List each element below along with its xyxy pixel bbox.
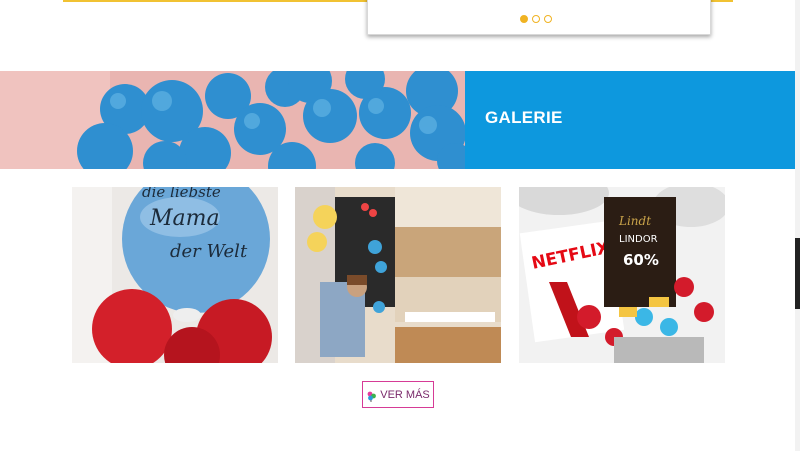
balloon-caption-line2: Mama [149,206,220,231]
balloon-caption-line3: der Welt [170,241,248,262]
carousel-dot-1[interactable] [520,15,528,23]
ver-mas-label: VER MÁS [380,388,430,401]
page-scrollbar[interactable] [795,0,800,451]
carousel-dot-3[interactable] [544,15,552,23]
gallery-title: GALERIE [485,108,563,127]
gallery-photo-netflix-gift[interactable]: NETFLIX Lindt LINDOR 60% [519,187,725,363]
gallery-banner: GALERIE [0,71,795,169]
lindt-text: Lindt [618,214,651,228]
testimonial-carousel-card [367,0,711,35]
gallery-title-box: GALERIE [465,71,795,169]
percent-text: 60% [623,251,659,269]
carousel-dot-2[interactable] [532,15,540,23]
carousel-dots [520,15,552,23]
balloon-caption-line1: die liebste [142,187,221,201]
ver-mas-button[interactable]: VER MÁS [362,381,434,408]
scrollbar-thumb[interactable] [795,238,800,309]
balloon-icon [366,389,377,402]
gallery-photo-party-room[interactable] [295,187,501,363]
gallery-photo-balloon-mama[interactable]: die liebste Mama der Welt [72,187,278,363]
lindor-text: LINDOR [619,234,658,245]
balloons-banner-photo [0,71,465,169]
